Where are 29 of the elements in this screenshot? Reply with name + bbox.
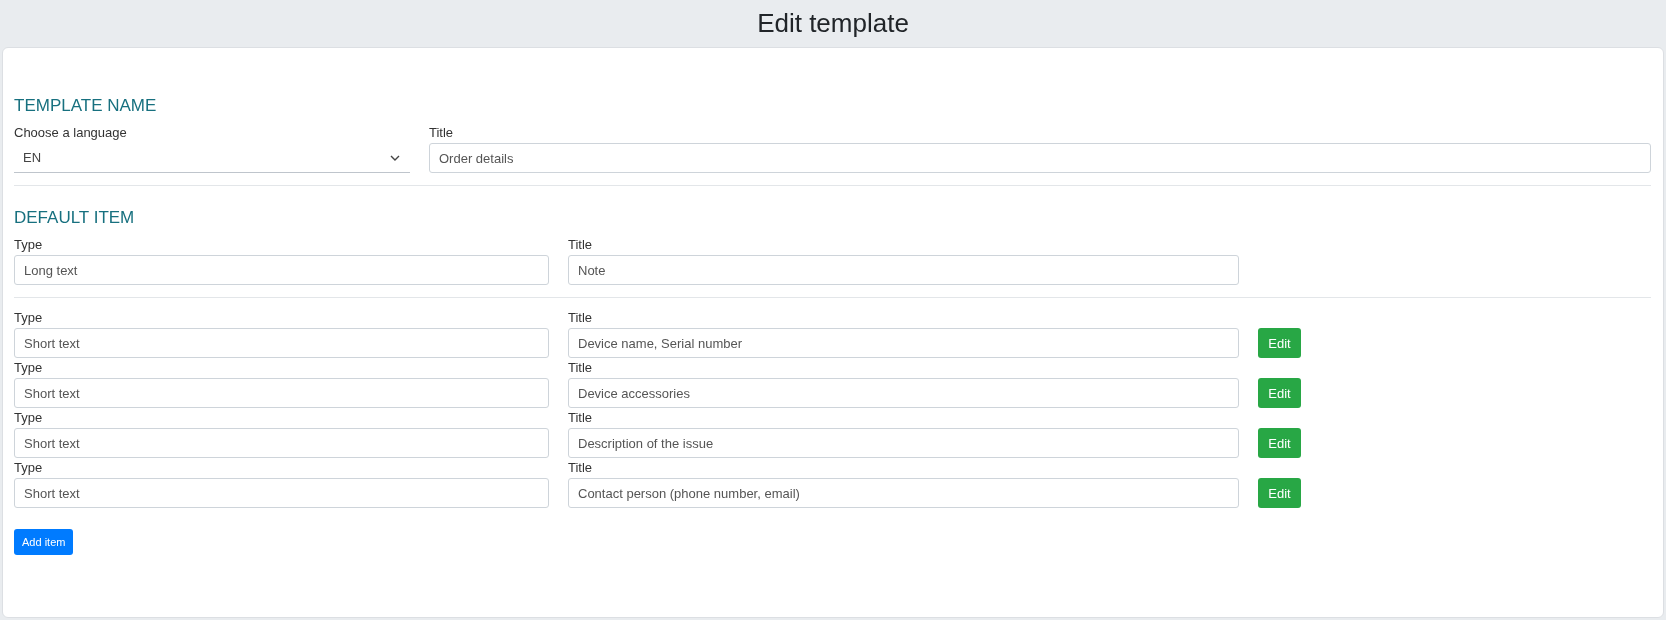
input-field[interactable]: Device accessories [568, 378, 1239, 408]
field-label: Type [14, 237, 43, 252]
input-field[interactable]: Note [568, 255, 1239, 285]
add-item-button[interactable]: Add item [14, 529, 74, 555]
input-field[interactable]: Short text [14, 478, 549, 508]
field-label: Type [14, 310, 43, 325]
page-title: Edit template [757, 7, 909, 40]
input-field[interactable]: Contact person (phone number, email) [568, 478, 1239, 508]
input-field[interactable]: Device name, Serial number [568, 328, 1239, 358]
language-select[interactable]: EN [14, 143, 410, 173]
field-label: Choose a language [14, 125, 127, 140]
field-label: Title [568, 360, 593, 375]
input-field[interactable]: Short text [14, 428, 549, 458]
input-field[interactable]: Order details [429, 143, 1651, 173]
input-field[interactable]: Short text [14, 328, 549, 358]
input-field[interactable]: Description of the issue [568, 428, 1239, 458]
field-label: Type [14, 460, 43, 475]
input-field[interactable]: Short text [14, 378, 549, 408]
field-label: Title [568, 460, 593, 475]
field-label: Type [14, 360, 43, 375]
field-label: Title [568, 310, 593, 325]
section-heading: DEFAULT ITEM [14, 208, 135, 228]
field-label: Title [568, 410, 593, 425]
input-field[interactable]: Long text [14, 255, 549, 285]
field-label: Title [429, 125, 454, 140]
chevron-icon [390, 154, 400, 161]
field-label: Type [14, 410, 43, 425]
field-label: Title [568, 237, 593, 252]
section-heading: TEMPLATE NAME [14, 96, 157, 116]
